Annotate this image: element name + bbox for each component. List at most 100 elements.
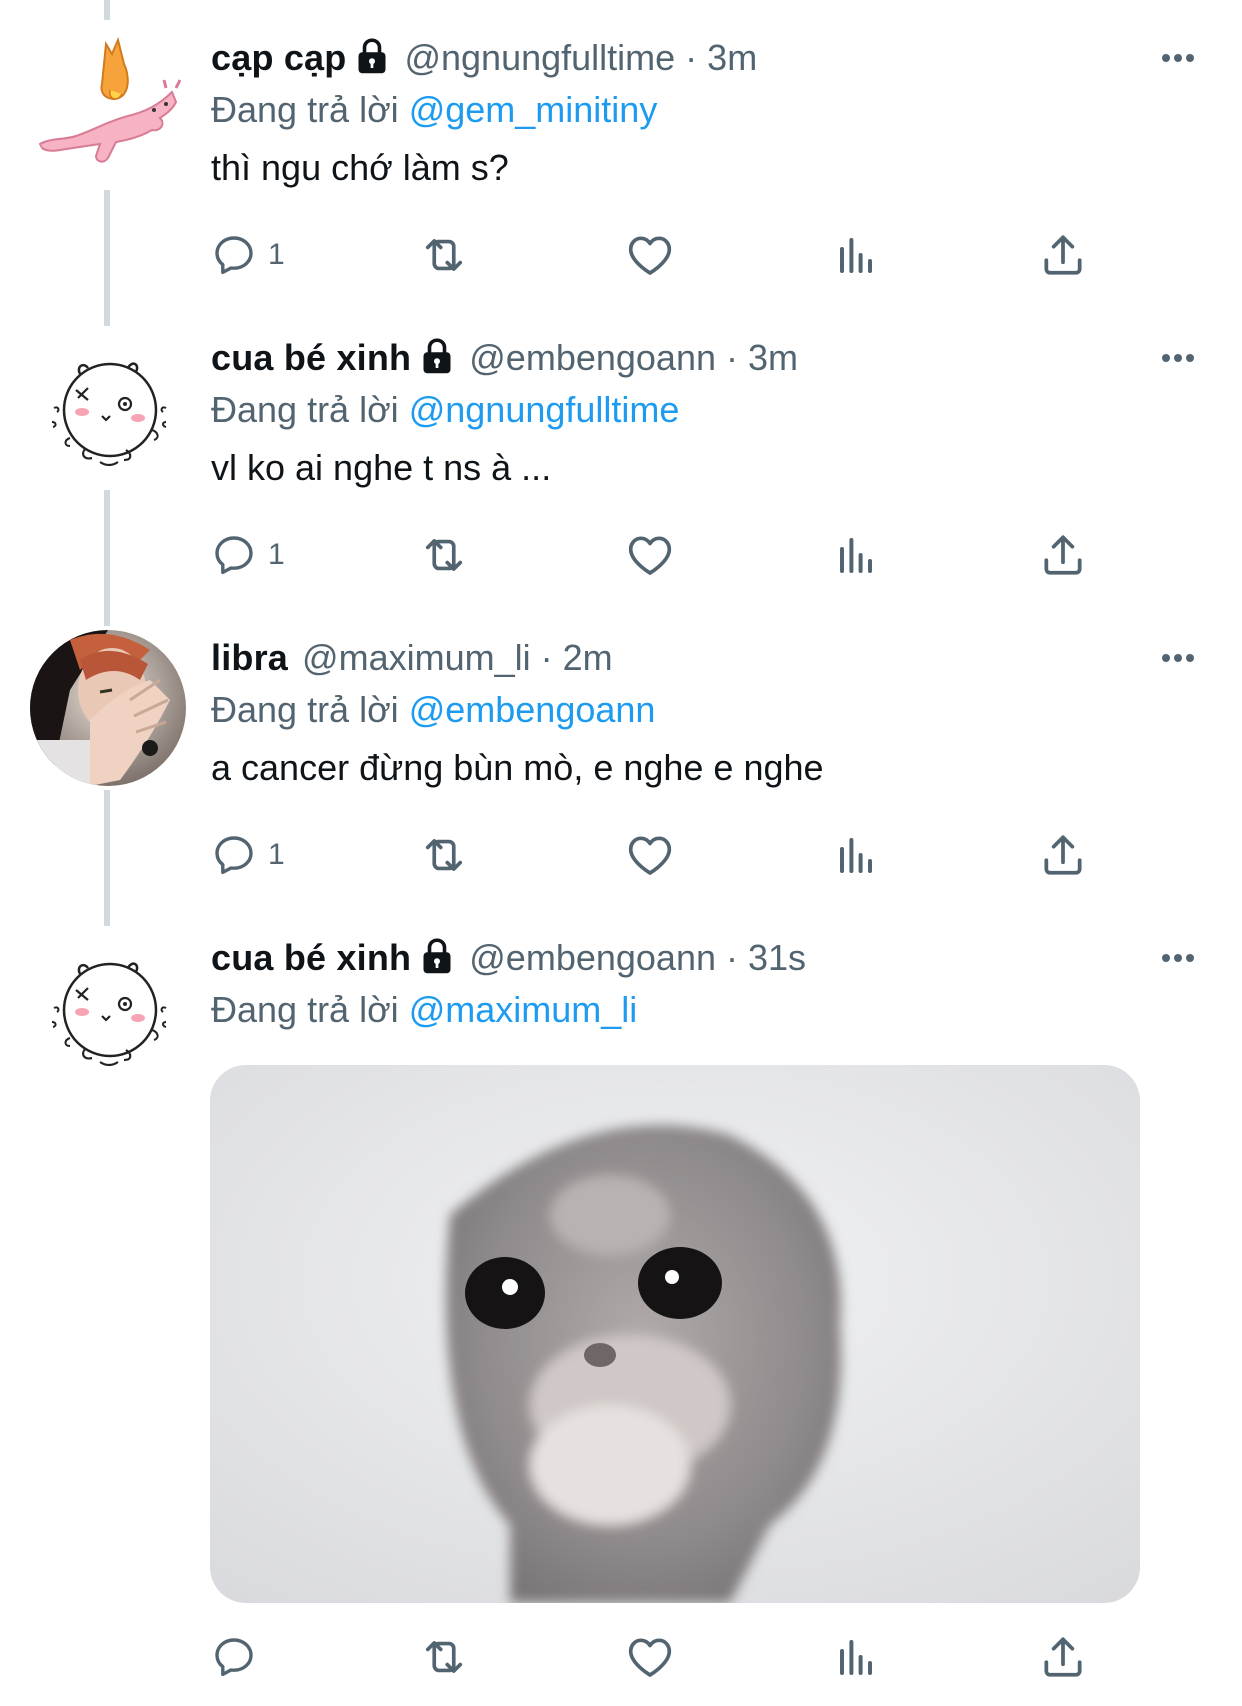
avatar[interactable]: [30, 930, 186, 1086]
retweet-icon: [418, 829, 470, 881]
reply-mention-link[interactable]: @gem_minitiny: [409, 89, 658, 130]
views-icon: [832, 231, 880, 279]
reply-button[interactable]: [210, 1627, 268, 1687]
tweet-header: cua bé xinh @embengoann · 31s: [211, 930, 1242, 986]
retweet-icon: [418, 229, 470, 281]
views-button[interactable]: [832, 825, 880, 885]
share-icon: [1038, 830, 1088, 880]
timestamp[interactable]: 3m: [707, 30, 757, 86]
user-handle[interactable]: @embengoann: [469, 330, 716, 386]
tweet-actions: 1: [200, 225, 1100, 285]
tweet-content: cua bé xinh @embengoann · 3m Đang trả lờ…: [211, 330, 1242, 492]
user-handle[interactable]: @maximum_li: [302, 630, 531, 686]
retweet-icon: [418, 1631, 470, 1683]
more-options-icon[interactable]: [1158, 340, 1198, 376]
views-icon: [832, 531, 880, 579]
thread-line: [104, 490, 110, 626]
hamster-photo: [210, 1065, 1140, 1603]
reply-count: 1: [268, 838, 285, 871]
timestamp[interactable]: 2m: [563, 630, 613, 686]
reply-icon: [210, 831, 258, 879]
person-photo-icon: [30, 630, 186, 786]
share-button[interactable]: [1038, 225, 1088, 285]
display-name[interactable]: cua bé xinh: [211, 930, 411, 986]
share-button[interactable]: [1038, 525, 1088, 585]
heart-icon: [624, 229, 676, 281]
replying-to-label: Đang trả lời: [211, 89, 399, 130]
retweet-icon: [418, 529, 470, 581]
display-name[interactable]: libra: [211, 630, 288, 686]
thread-line: [104, 190, 110, 326]
display-name[interactable]: cua bé xinh: [211, 330, 411, 386]
like-button[interactable]: [624, 225, 676, 285]
hamster-doodle-icon: [30, 930, 186, 1086]
reply-count: 1: [268, 238, 285, 271]
reply-icon: [210, 231, 258, 279]
lock-icon: [419, 936, 455, 976]
separator: ·: [685, 37, 698, 78]
tweet-text: vl ko ai nghe t ns à ...: [211, 447, 552, 488]
share-icon: [1038, 230, 1088, 280]
separator: ·: [726, 937, 738, 978]
views-icon: [832, 1633, 880, 1681]
like-button[interactable]: [624, 825, 676, 885]
reply-button[interactable]: 1: [210, 225, 285, 285]
thread-line: [104, 790, 110, 926]
tweet-header: libra @maximum_li · 2m: [211, 630, 1242, 686]
reply-mention-link[interactable]: @ngnungfulltime: [409, 389, 680, 430]
retweet-button[interactable]: [418, 225, 470, 285]
replying-to: Đang trả lời @embengoann: [211, 686, 1242, 734]
reply-button[interactable]: 1: [210, 825, 285, 885]
replying-to: Đang trả lời @ngnungfulltime: [211, 386, 1242, 434]
retweet-button[interactable]: [418, 525, 470, 585]
timestamp[interactable]: 31s: [748, 930, 806, 986]
lock-icon: [419, 336, 455, 376]
reply-icon: [210, 531, 258, 579]
more-options-icon[interactable]: [1158, 640, 1198, 676]
heart-icon: [624, 829, 676, 881]
user-handle[interactable]: @embengoann: [469, 930, 716, 986]
like-button[interactable]: [624, 1627, 676, 1687]
like-button[interactable]: [624, 525, 676, 585]
reply-count: 1: [268, 538, 285, 571]
share-button[interactable]: [1038, 1627, 1088, 1687]
tweet-content: cua bé xinh @embengoann · 31s Đang trả l…: [211, 930, 1242, 1034]
heart-icon: [624, 1631, 676, 1683]
reply-mention-link[interactable]: @maximum_li: [409, 989, 638, 1030]
thread-line: [104, 0, 110, 20]
tweet-actions: [200, 1627, 1100, 1687]
tweet-header: cạp cạp @ngnungfulltime · 3m: [211, 30, 1242, 86]
avatar[interactable]: [30, 30, 186, 186]
views-button[interactable]: [832, 225, 880, 285]
reply-mention-link[interactable]: @embengoann: [409, 689, 656, 730]
views-button[interactable]: [832, 1627, 880, 1687]
hamster-doodle-icon: [30, 330, 186, 486]
retweet-button[interactable]: [418, 1627, 470, 1687]
separator: ·: [726, 337, 738, 378]
display-name[interactable]: cạp cạp: [211, 30, 346, 86]
separator: ·: [540, 637, 553, 678]
timestamp[interactable]: 3m: [748, 330, 798, 386]
tweet-actions: 1: [200, 525, 1100, 585]
bunny-sticker-icon: [38, 36, 182, 163]
sad-hamster-image[interactable]: [210, 1065, 1140, 1603]
reply-button[interactable]: 1: [210, 525, 285, 585]
replying-to: Đang trả lời @gem_minitiny: [211, 86, 1242, 134]
tweet-actions: 1: [200, 825, 1100, 885]
more-options-icon[interactable]: [1158, 940, 1198, 976]
more-options-icon[interactable]: [1158, 40, 1198, 76]
heart-icon: [624, 529, 676, 581]
share-button[interactable]: [1038, 825, 1088, 885]
views-button[interactable]: [832, 525, 880, 585]
lock-icon: [354, 36, 390, 76]
views-icon: [832, 831, 880, 879]
user-handle[interactable]: @ngnungfulltime: [404, 30, 675, 86]
retweet-button[interactable]: [418, 825, 470, 885]
replying-to-label: Đang trả lời: [211, 689, 399, 730]
tweet-text: a cancer đừng bùn mò, e nghe e nghe: [211, 747, 824, 788]
avatar[interactable]: [30, 630, 186, 786]
share-icon: [1038, 1632, 1088, 1682]
avatar[interactable]: [30, 330, 186, 486]
reply-icon: [210, 1633, 258, 1681]
replying-to: Đang trả lời @maximum_li: [211, 986, 1242, 1034]
